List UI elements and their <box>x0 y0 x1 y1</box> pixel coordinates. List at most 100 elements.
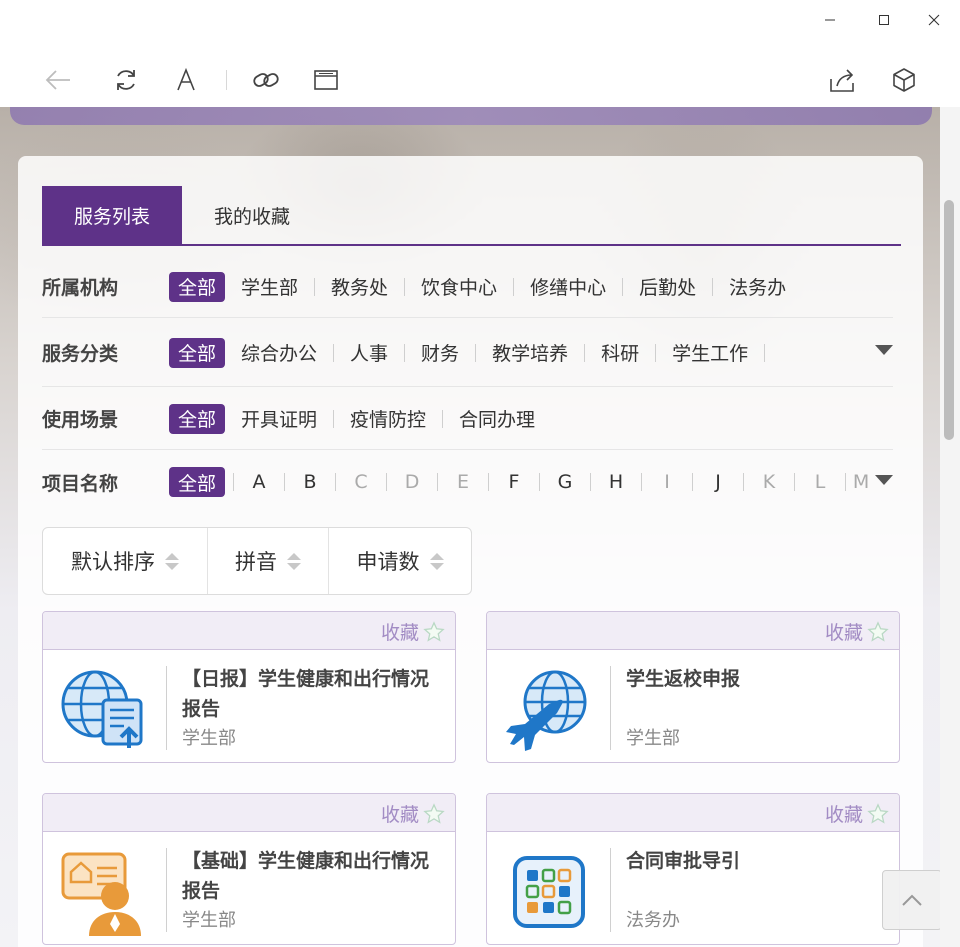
arrow-left-icon <box>45 70 70 90</box>
favorite-button[interactable]: 收藏 <box>825 618 889 645</box>
back-to-top-button[interactable] <box>882 870 942 930</box>
letter-option[interactable]: I <box>642 471 692 493</box>
service-panel: 服务列表 我的收藏 所属机构 全部 学生部 教务处 饮食中心 修缮中心 后勤处 … <box>18 156 923 947</box>
sort-arrows-icon <box>429 552 444 570</box>
card-title: 【日报】学生健康和出行情况报告 <box>182 668 430 720</box>
home-card-person-icon <box>61 852 141 936</box>
close-button[interactable] <box>914 8 954 32</box>
expand-letters-icon[interactable] <box>875 475 893 485</box>
letter-option[interactable]: L <box>795 471 845 493</box>
filter-label: 所属机构 <box>42 277 119 299</box>
minimize-icon <box>825 19 835 21</box>
filter-option[interactable]: 修缮中心 <box>514 273 622 300</box>
toolbar <box>0 56 960 106</box>
filter-option[interactable]: 科研 <box>585 339 655 366</box>
copy-link-button[interactable] <box>248 64 284 96</box>
tab-my-favorites[interactable]: 我的收藏 <box>192 186 312 244</box>
card-divider <box>610 666 611 750</box>
colored-grid-tablet-icon <box>513 856 585 928</box>
page-scrollbar[interactable] <box>940 107 960 947</box>
sort-arrows-icon <box>165 552 179 570</box>
filter-chip-all[interactable]: 全部 <box>169 271 226 302</box>
tab-service-list[interactable]: 服务列表 <box>42 186 182 244</box>
favorite-label: 收藏 <box>824 622 863 644</box>
letter-option[interactable]: D <box>387 471 437 493</box>
star-icon <box>423 802 445 824</box>
filter-option[interactable]: 学生工作 <box>656 339 764 366</box>
letter-option[interactable]: M <box>846 471 876 493</box>
favorite-button[interactable]: 收藏 <box>381 800 445 827</box>
service-card[interactable]: 收藏 【基础】学生健康和出行情况报告 学生部 <box>42 793 456 945</box>
maximize-button[interactable] <box>864 8 904 32</box>
font-a-icon <box>177 67 195 91</box>
star-icon <box>423 620 445 642</box>
filter-option[interactable]: 教务处 <box>315 273 404 300</box>
filter-row-scenario: 使用场景 全部 开具证明 疫情防控 合同办理 <box>42 388 893 450</box>
filter-chip-all[interactable]: 全部 <box>169 467 226 497</box>
card-title: 学生返校申报 <box>626 668 741 690</box>
letter-option[interactable]: F <box>489 471 539 493</box>
card-divider <box>166 848 167 932</box>
sort-bar: 默认排序 拼音 申请数 <box>42 527 472 595</box>
filter-option[interactable]: 人事 <box>334 339 404 366</box>
open-window-button[interactable] <box>308 64 344 96</box>
airplane-globe-icon <box>506 670 587 751</box>
filter-chip-all[interactable]: 全部 <box>169 337 226 368</box>
service-card[interactable]: 收藏 【日报】学生健康和出行情况报告 学生部 <box>42 611 456 763</box>
filter-option[interactable]: 教学培养 <box>476 339 584 366</box>
filter-option[interactable]: 饮食中心 <box>405 273 513 300</box>
service-card[interactable]: 收藏 学生返校申报 学生部 <box>486 611 900 763</box>
card-department: 法务办 <box>626 910 680 931</box>
star-icon <box>867 802 889 824</box>
letter-option[interactable]: C <box>336 471 386 493</box>
filter-option[interactable]: 财务 <box>405 339 475 366</box>
window-icon <box>314 70 338 90</box>
filter-label: 使用场景 <box>42 409 119 431</box>
letter-options: 全部 A B C D E F G H I J K L M <box>169 451 876 513</box>
filter-row-organization: 所属机构 全部 学生部 教务处 饮食中心 修缮中心 后勤处 法务办 <box>42 256 893 318</box>
scrollbar-thumb[interactable] <box>944 200 954 440</box>
letter-option[interactable]: J <box>693 471 743 493</box>
card-header: 收藏 <box>487 794 899 832</box>
filter-options: 全部 学生部 教务处 饮食中心 修缮中心 后勤处 法务办 <box>169 256 802 317</box>
sort-applications-button[interactable]: 申请数 <box>329 528 471 594</box>
letter-option[interactable]: K <box>744 471 794 493</box>
filter-options: 全部 开具证明 疫情防控 合同办理 <box>169 388 551 449</box>
favorite-button[interactable]: 收藏 <box>825 800 889 827</box>
refresh-button[interactable] <box>108 64 144 96</box>
favorite-label: 收藏 <box>380 804 419 826</box>
card-header: 收藏 <box>43 612 455 650</box>
link-icon <box>253 73 279 87</box>
filter-option[interactable]: 后勤处 <box>623 273 712 300</box>
close-icon <box>928 14 940 26</box>
extension-button[interactable] <box>886 64 922 96</box>
share-icon <box>830 69 854 92</box>
minimize-button[interactable] <box>810 8 850 32</box>
letter-option[interactable]: A <box>234 471 284 493</box>
filter-option[interactable]: 综合办公 <box>225 339 333 366</box>
back-button[interactable] <box>40 64 76 96</box>
letter-option[interactable]: G <box>540 471 590 493</box>
card-header: 收藏 <box>43 794 455 832</box>
font-button[interactable] <box>168 64 204 96</box>
service-card[interactable]: 收藏 合同审批导引 法务办 <box>486 793 900 945</box>
sort-pinyin-button[interactable]: 拼音 <box>208 528 329 594</box>
filter-option[interactable]: 学生部 <box>225 273 314 300</box>
sort-default-button[interactable]: 默认排序 <box>43 528 208 594</box>
page-viewport: 服务列表 我的收藏 所属机构 全部 学生部 教务处 饮食中心 修缮中心 后勤处 … <box>0 107 960 947</box>
letter-option[interactable]: H <box>591 471 641 493</box>
share-button[interactable] <box>824 64 860 96</box>
expand-category-icon[interactable] <box>875 344 893 355</box>
filter-option[interactable]: 合同办理 <box>443 405 551 432</box>
letter-option[interactable]: B <box>285 471 335 493</box>
filter-option[interactable]: 开具证明 <box>225 405 333 432</box>
letter-option[interactable]: E <box>438 471 488 493</box>
filter-row-category: 服务分类 全部 综合办公 人事 财务 教学培养 科研 学生工作 <box>42 319 893 387</box>
favorite-label: 收藏 <box>380 622 419 644</box>
card-department: 学生部 <box>182 910 236 931</box>
favorite-button[interactable]: 收藏 <box>381 618 445 645</box>
filter-option[interactable]: 疫情防控 <box>334 405 442 432</box>
star-icon <box>867 620 889 642</box>
filter-chip-all[interactable]: 全部 <box>169 403 226 434</box>
filter-option[interactable]: 法务办 <box>713 273 802 300</box>
